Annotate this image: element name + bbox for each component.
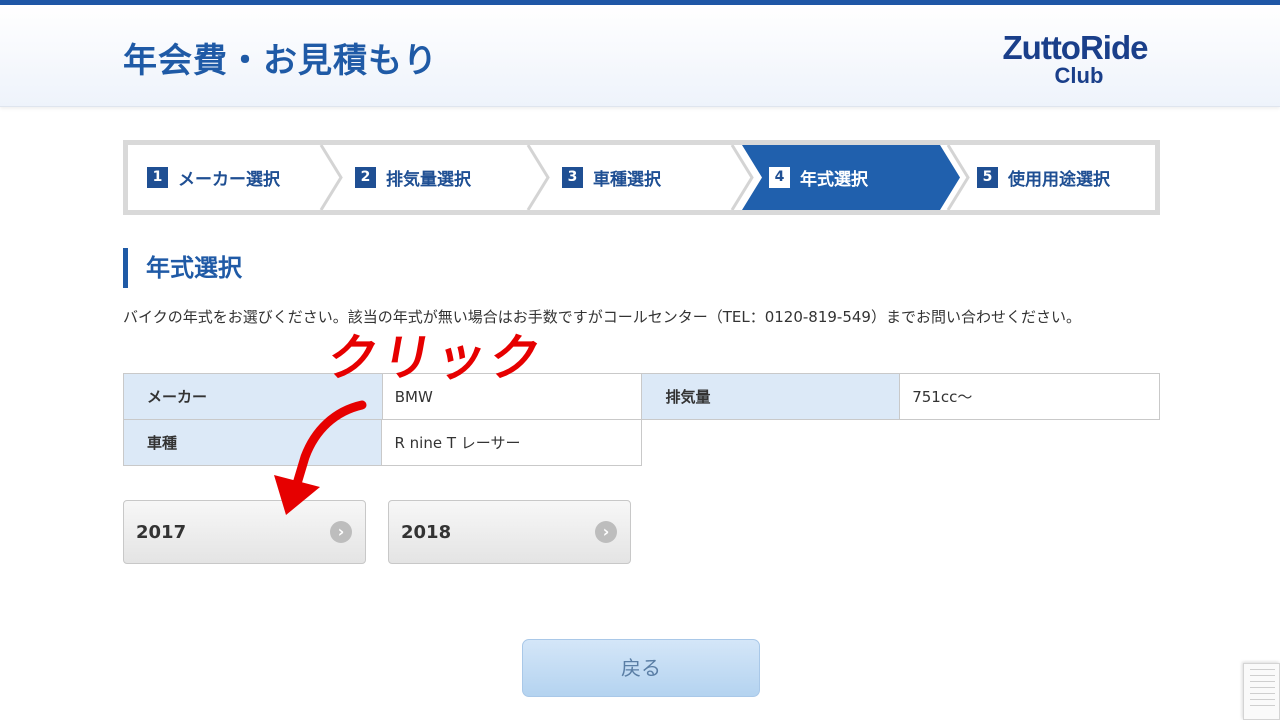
step-1-maker: 1 メーカー選択	[147, 145, 280, 210]
step-5-usage: 5 使用用途選択	[977, 145, 1110, 210]
zuttoride-club-logo[interactable]: ZuttoRide Club	[980, 31, 1170, 87]
step-3-model: 3 車種選択	[562, 145, 661, 210]
selection-summary-table-row2: 車種 R nine T レーサー	[122, 419, 642, 466]
page-header: 年会費・お見積もり ZuttoRide Club	[0, 5, 1280, 107]
step-label: 使用用途選択	[1008, 170, 1110, 190]
step-4-year: 4 年式選択	[769, 145, 868, 210]
step-label: 年式選択	[800, 170, 868, 190]
chevron-right-icon: ›	[595, 521, 617, 543]
back-button[interactable]: 戻る	[522, 639, 760, 697]
table-row: 車種 R nine T レーサー	[122, 419, 642, 466]
page-title: 年会費・お見積もり	[123, 41, 438, 81]
screenshot-thumbnail[interactable]	[1243, 663, 1280, 720]
displacement-value: 751cc〜	[899, 373, 1160, 420]
instruction-text: バイクの年式をお選びください。該当の年式が無い場合はお手数ですがコールセンター（…	[123, 308, 1081, 326]
year-label: 2017	[136, 522, 187, 543]
step-label: 排気量選択	[386, 170, 471, 190]
click-annotation-text: クリック	[322, 329, 550, 387]
section-title: 年式選択	[123, 248, 242, 288]
step-progress-bar: 1 メーカー選択 2 排気量選択 3 車種選択 4 年式選択 5 使用用途選択	[123, 140, 1160, 215]
red-arrow-icon	[274, 400, 367, 515]
step-label: メーカー選択	[178, 170, 280, 190]
logo-line-1: ZuttoRide	[1002, 29, 1149, 66]
step-number: 2	[355, 167, 376, 188]
chevron-divider-1	[319, 145, 343, 210]
chevron-right-icon: ›	[330, 521, 352, 543]
year-label: 2018	[401, 522, 452, 543]
chevron-divider-2	[526, 145, 550, 210]
step-2-displacement: 2 排気量選択	[355, 145, 471, 210]
year-button-2018[interactable]: 2018 ›	[388, 500, 631, 564]
model-value: R nine T レーサー	[381, 419, 642, 466]
step-number: 4	[769, 167, 790, 188]
step-label: 車種選択	[593, 170, 661, 190]
logo-line-2: Club	[1054, 63, 1104, 88]
step-number: 3	[562, 167, 583, 188]
step-number: 5	[977, 167, 998, 188]
displacement-label: 排気量	[641, 373, 901, 420]
step-number: 1	[147, 167, 168, 188]
